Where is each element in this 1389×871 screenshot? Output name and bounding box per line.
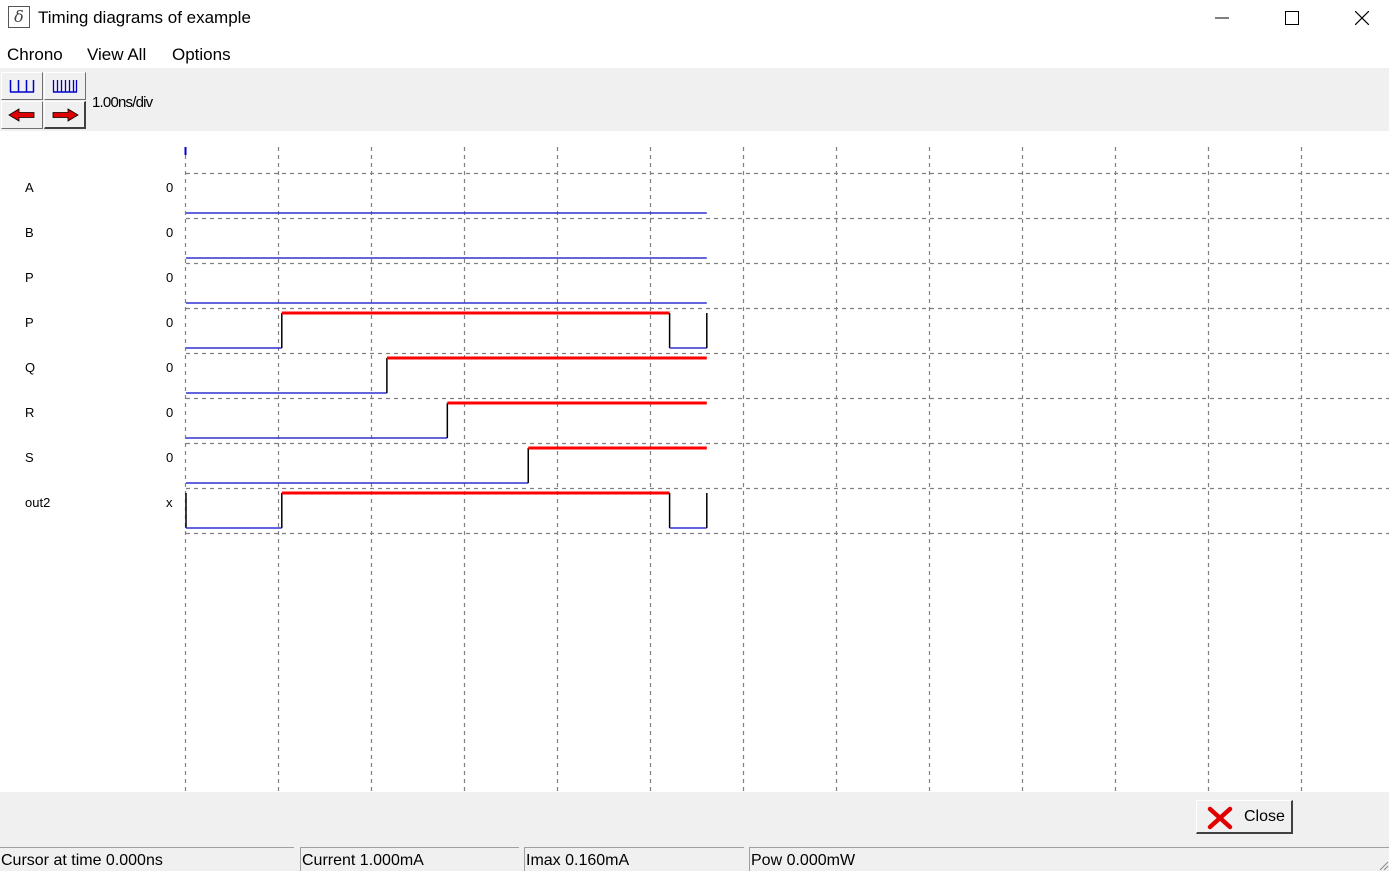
red-left-arrow-icon [8,108,35,122]
minimize-icon [1215,17,1229,19]
signal-name: B [25,225,34,240]
signal-initial-value: 0 [166,405,173,420]
status-bar: Cursor at time 0.000ns Current 1.000mA I… [0,846,1389,871]
signal-name: S [25,450,34,465]
signal-initial-value: 0 [166,225,173,240]
menu-bar: Chrono View All Options [0,40,1389,68]
signal-initial-value: 0 [166,180,173,195]
close-icon [1355,11,1369,25]
signal-name: P [25,270,34,285]
resize-grip-icon[interactable] [1377,859,1389,871]
signal-initial-value: 0 [166,360,173,375]
delta-icon: δ [8,6,30,28]
window-close-button[interactable] [1327,0,1389,36]
signal-name: A [25,180,34,195]
signal-initial-value: 0 [166,450,173,465]
time-scale-label: 1.00ns/div [92,94,153,111]
red-right-arrow-icon [52,107,79,122]
close-button[interactable]: Close [1196,800,1293,834]
wide-grid-icon [9,80,35,93]
menu-options[interactable]: Options [172,45,231,65]
red-x-icon [1207,806,1233,830]
timing-diagram-canvas[interactable]: A 0 B 0 P 0 P 0 Q 0 R 0 S 0 out2 x [0,131,1389,792]
maximize-button[interactable] [1257,0,1327,36]
zoom-in-button[interactable] [1,72,43,100]
status-power: Pow 0.000mW [749,847,1389,871]
maximize-icon [1285,11,1299,25]
toolbar: 1.00ns/div [0,68,1389,131]
status-cursor-time: Cursor at time 0.000ns [0,847,294,871]
signal-initial-value: 0 [166,315,173,330]
dense-grid-icon [52,80,78,93]
zoom-out-button[interactable] [44,72,86,100]
timing-diagram-svg: A 0 B 0 P 0 P 0 Q 0 R 0 S 0 out2 x [25,147,1389,791]
signal-initial-value: 0 [166,270,173,285]
signal-name: P [25,315,34,330]
minimize-button[interactable] [1187,0,1257,36]
status-current: Current 1.000mA [300,847,519,871]
signal-initial-value: x [166,495,173,510]
menu-view-all[interactable]: View All [87,45,146,65]
status-imax: Imax 0.160mA [524,847,744,871]
close-button-label: Close [1244,808,1285,825]
signal-name: out2 [25,495,50,510]
signal-name: R [25,405,34,420]
scroll-right-button[interactable] [44,101,86,129]
button-panel: Close [0,792,1389,846]
signal-name: Q [25,360,35,375]
window-title: Timing diagrams of example [38,8,251,27]
timing-diagram-window: δ Timing diagrams of example Chrono View… [0,0,1389,871]
scroll-left-button[interactable] [1,101,43,129]
menu-chrono[interactable]: Chrono [7,45,63,65]
title-bar: δ Timing diagrams of example [0,0,1389,36]
